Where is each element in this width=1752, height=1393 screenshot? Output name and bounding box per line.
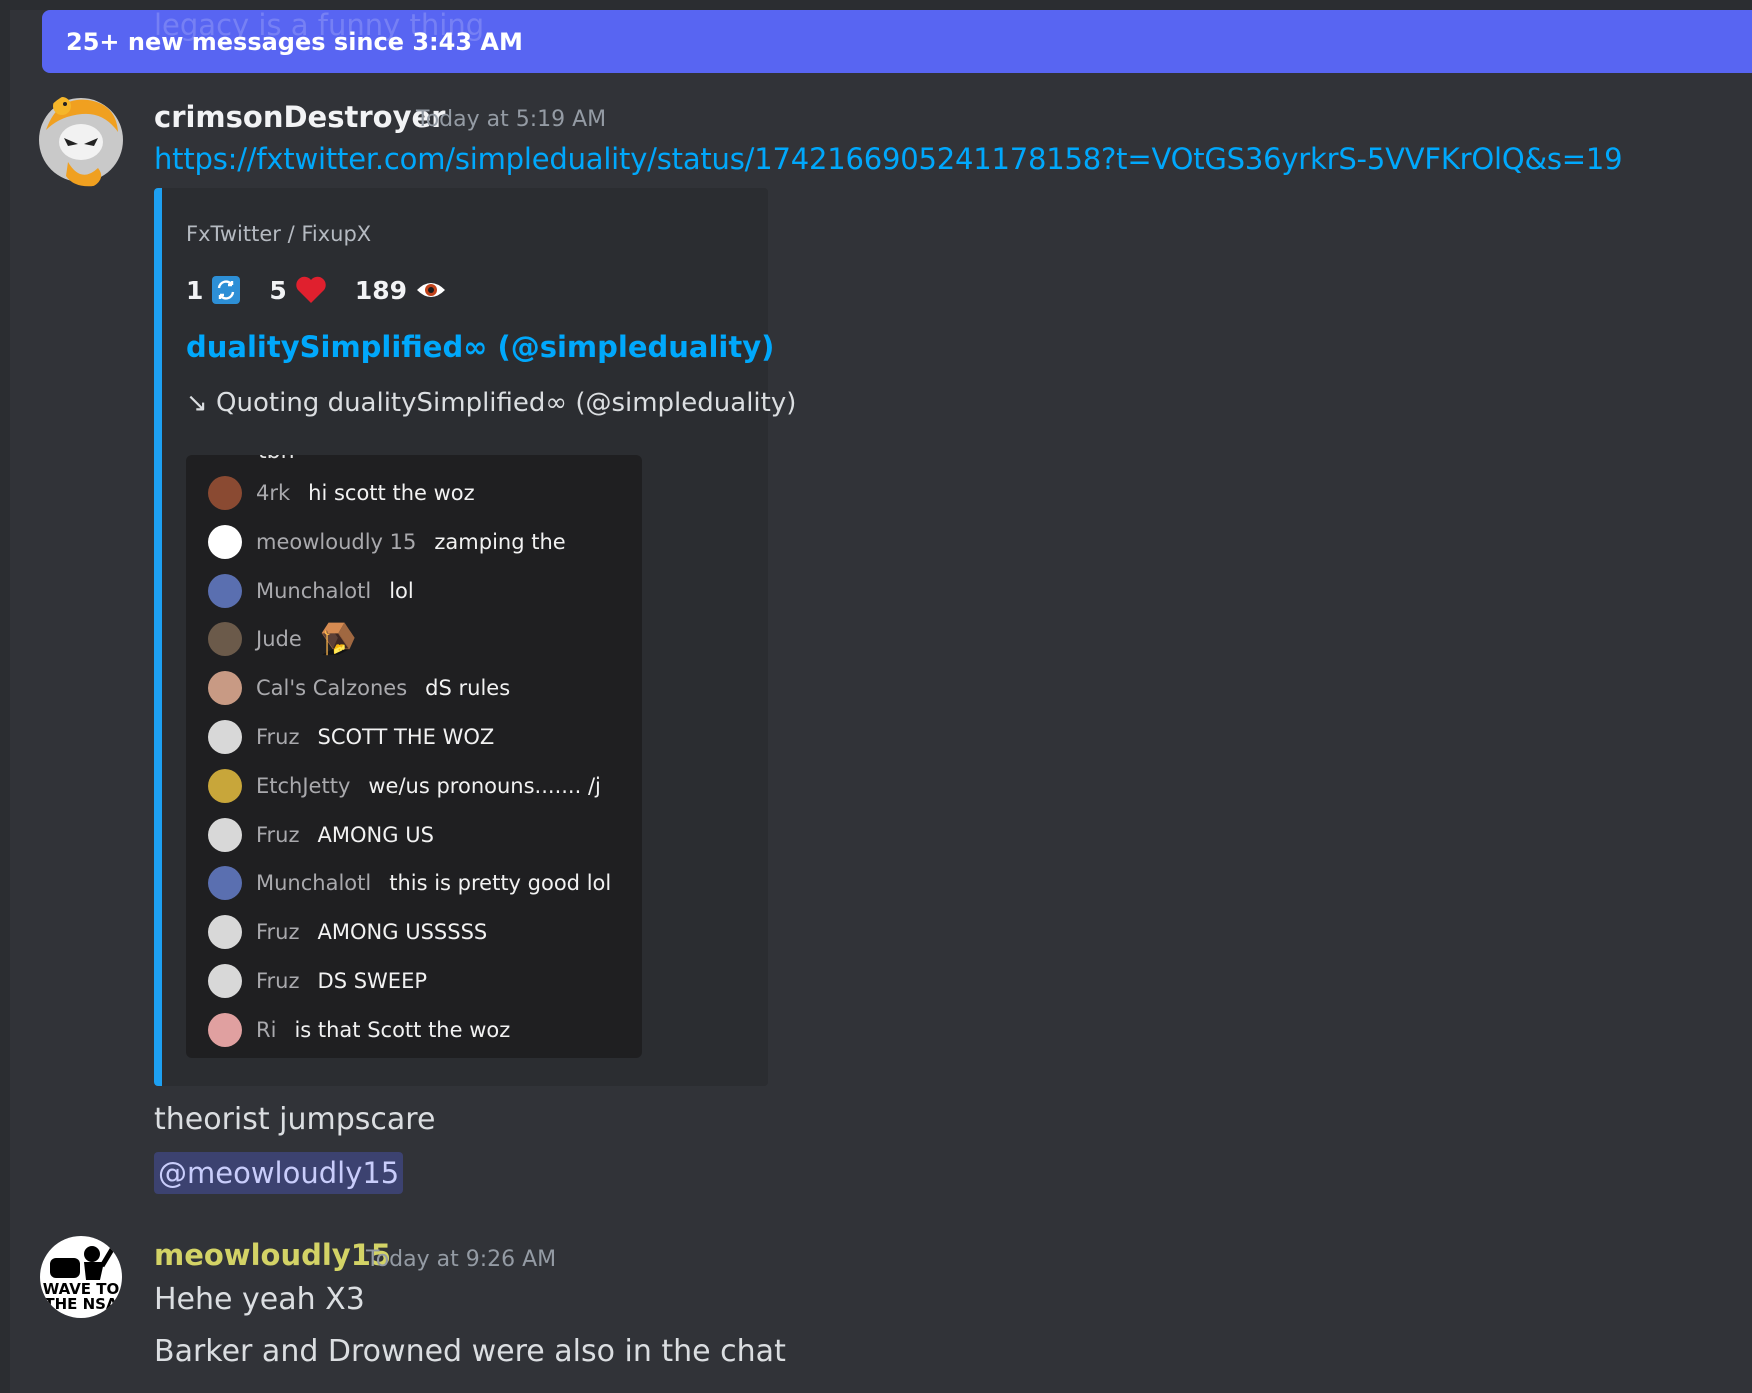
chat-username: Fruz [256,969,300,993]
wave-to-nsa-icon: WAVE TO THE NSA [41,1237,121,1317]
chat-image-row: Munchalotl lol [208,571,414,611]
avatar[interactable] [38,92,124,188]
new-messages-banner-text: 25+ new messages since 3:43 AM [66,27,523,56]
link-embed: FxTwitter / FixupX 1 5 189 dualitySimpli… [154,188,796,1086]
chat-username: Munchalotl [256,578,372,603]
chat-username: 4rk [256,481,291,505]
chat-username: meowloudly 15 [256,529,417,554]
chat-message: dS rules [425,676,511,701]
svg-text:THE NSA: THE NSA [44,1295,118,1313]
embed-author[interactable]: dualitySimplified∞ (@simpleduality) [186,330,774,364]
message-timestamp[interactable]: Today at 9:26 AM [366,1247,556,1272]
heart-icon [295,275,327,305]
view-count: 189 [354,275,407,305]
chat-avatar [208,573,242,608]
embed-provider: FxTwitter / FixupX [186,222,372,246]
user-mention[interactable]: @meowloudly15 [154,1152,404,1194]
chat-image-row: EtchJetty we/us pronouns....... /j [208,766,601,806]
chat-username: Fruz [256,725,300,749]
chat-message: this is pretty good lol [389,871,612,896]
avatar[interactable]: WAVE TO THE NSA [40,1236,122,1318]
chat-username: Fruz [256,822,300,847]
chat-username: Munchalotl [256,871,372,896]
chat-avatar [208,671,242,706]
chat-avatar [208,1012,242,1047]
chat-image-row: Munchalotl this is pretty good lol [208,863,611,903]
message-author[interactable]: crimsonDestroyer [154,100,445,134]
chat-username: Fruz [256,920,300,945]
embed-image[interactable]: tbh 4rk hi scott the woz meowloudly 15 zamp… [186,455,642,1058]
chat-message: we/us pronouns....... /j [368,773,601,798]
chat-image-row: Fruz DS SWEEP [208,961,427,1001]
message-text: theorist jumpscare [154,1102,436,1137]
chat-message: lol [389,578,414,603]
message-text: Hehe yeah X3 [154,1282,365,1317]
chat-username: Cal's Calzones [256,676,408,701]
chat-message: is that Scott the woz [294,1017,511,1042]
eye-icon [415,278,447,302]
chat-username: EtchJetty [256,773,351,798]
chat-avatar [208,866,242,901]
message-text: Barker and Drowned were also in the chat [154,1334,786,1369]
embed-quote: ↘ Quoting dualitySimplified∞ (@simpledua… [186,388,797,418]
chat-image-row: 4rk hi scott the woz [208,473,475,513]
chat-image-row: Ri is that Scott the woz [208,1010,510,1050]
avatar-icon [39,97,123,187]
chat-image-row: Cal's Calzones dS rules [208,668,510,708]
tweet-link[interactable]: https://fxtwitter.com/simpleduality/stat… [154,142,1623,176]
chat-avatar [208,524,242,559]
chat-message: SCOTT THE WOZ [317,725,495,749]
chat-image-row: Jude 🪤 [208,619,357,659]
chat-message: hi scott the woz [308,481,475,505]
chat-message: zamping the [434,529,566,554]
chat-image-row: Fruz SCOTT THE WOZ [208,717,494,757]
chat-avatar [208,964,242,998]
like-count: 5 [269,275,287,305]
chat-avatar [208,476,242,510]
chat-image-row: Fruz AMONG US [208,815,434,855]
chat-username: Ri [256,1017,277,1042]
chat-username: Jude [256,627,302,652]
chat-message: AMONG USSSSS [317,920,488,945]
chat-message: AMONG US [317,822,434,847]
retweet-icon [211,275,241,305]
chat-image-row: Fruz AMONG USSSSS [208,912,487,952]
chat-partial-line: tbh [258,455,295,464]
chat-avatar [208,622,242,657]
message-author[interactable]: meowloudly15 [154,1238,391,1272]
chat-image-row: meowloudly 15 zamping the [208,522,566,562]
chat-avatar [208,720,242,754]
chat-message: DS SWEEP [317,969,428,993]
chat-avatar [208,817,242,852]
chat-emoji: 🪤 [319,621,358,657]
retweet-count: 1 [186,275,204,305]
server-rail-edge [0,0,10,1393]
chat-avatar [208,915,242,950]
chat-avatar [208,768,242,803]
message-timestamp[interactable]: Today at 5:19 AM [416,107,606,132]
embed-stats: 1 5 189 [186,272,467,308]
new-messages-banner[interactable]: legacy is a funny thing 25+ new messages… [42,8,1752,73]
